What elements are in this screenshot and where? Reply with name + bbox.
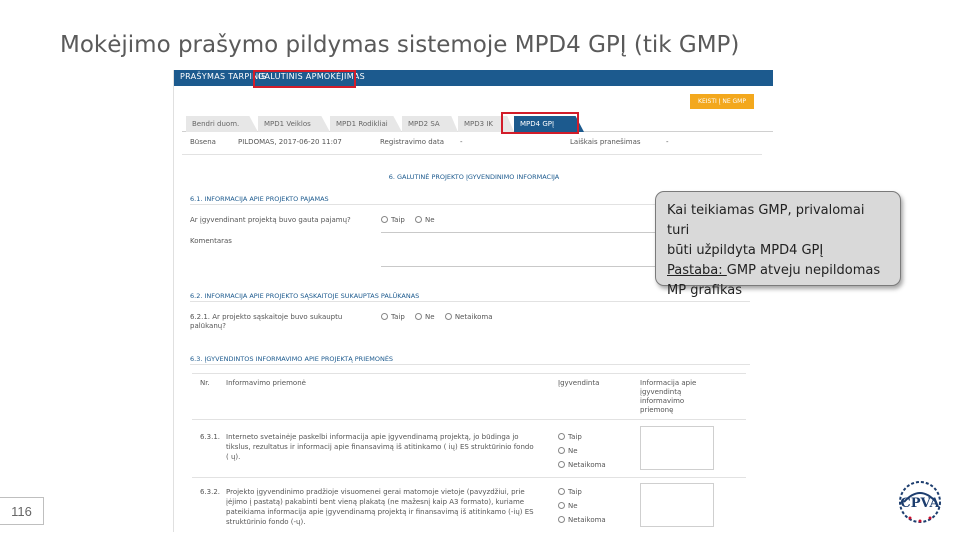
row-1-option-no[interactable]: Ne (558, 444, 606, 458)
app-screenshot: PRAŠYMAS TARPINIS GALUTINIS APMOKĖJIMAS … (173, 70, 773, 532)
message-label: Laiškais pranešimas (570, 138, 641, 146)
highlight-mpd4-tab (501, 112, 579, 134)
header-measure: Informavimo priemonė (226, 379, 306, 387)
status-label: Būsena (190, 138, 216, 146)
interest-radio-group: Taip Ne Netaikoma (381, 313, 501, 321)
switch-to-non-gmp-button[interactable]: KEISTI Į NE GMP (690, 94, 754, 109)
interest-question: 6.2.1. Ar projekto sąskaitoje buvo sukau… (190, 313, 343, 330)
radio-icon[interactable] (558, 461, 565, 468)
radio-icon[interactable] (381, 313, 388, 320)
header-info: Informacija apie įgyvendintą informavimo… (640, 379, 697, 414)
callout-line-2: būti užpildyta MPD4 GPĮ (667, 243, 824, 258)
header-nr: Nr. (200, 379, 210, 387)
callout-note: Kai teikiamas GMP, privalomai turi būti … (655, 191, 901, 298)
row-2-option-no[interactable]: Ne (558, 499, 606, 513)
message-value: - (666, 138, 669, 146)
radio-icon[interactable] (558, 447, 565, 454)
row-1-option-na[interactable]: Netaikoma (558, 458, 606, 472)
radio-icon[interactable] (415, 216, 423, 223)
income-question: Ar įgyvendinant projektą buvo gauta paja… (190, 216, 351, 224)
row-2-info-textarea[interactable] (640, 483, 714, 527)
row-1-option-yes[interactable]: Taip (558, 430, 606, 444)
row-2-radio-group: Taip Ne Netaikoma (558, 485, 606, 527)
row-2-option-yes[interactable]: Taip (558, 485, 606, 499)
comment-label: Komentaras (190, 237, 232, 245)
callout-line-4: MP grafikas (667, 283, 742, 298)
divider (190, 301, 750, 302)
status-value: PILDOMAS, 2017-06-20 11:07 (238, 138, 342, 146)
cpva-logo: CPVA (892, 478, 948, 528)
tab-bar: Bendri duom. MPD1 Veiklos MPD1 Rodikliai… (182, 114, 773, 132)
radio-icon[interactable] (444, 313, 452, 320)
main-section-title: 6. GALUTINĖ PROJEKTO ĮGYVENDINIMO INFORM… (388, 173, 560, 181)
callout-note-text: GMP atveju nepildomas (726, 263, 881, 278)
row-2-option-na[interactable]: Netaikoma (558, 513, 606, 527)
registration-value: - (460, 138, 463, 146)
row-2-nr: 6.3.2. (200, 488, 221, 496)
row-2-text: Projekto įgyvendinimo pradžioje visuomen… (226, 488, 534, 526)
radio-icon[interactable] (558, 516, 565, 523)
page-number: 116 (0, 497, 44, 525)
income-radio-group: Taip Ne (381, 216, 443, 224)
row-1-text: Interneto svetainėje paskelbi informacij… (226, 433, 534, 461)
callout-line-1: Kai teikiamas GMP, privalomai turi (667, 203, 865, 238)
section-61-title: 6.1. INFORMACIJA APIE PROJEKTO PAJAMAS (190, 195, 329, 203)
highlight-final-payment (253, 70, 356, 88)
tab-general[interactable]: Bendri duom. (186, 116, 258, 132)
row-1-radio-group: Taip Ne Netaikoma (558, 430, 606, 472)
section-63-title: 6.3. ĮGYVENDINTOS INFORMAVIMO APIE PROJE… (190, 355, 394, 363)
divider (182, 154, 762, 155)
slide: Mokėjimo prašymo pildymas sistemoje MPD4… (0, 0, 960, 540)
callout-note-label: Pastaba: (667, 263, 727, 278)
info-measures-table: Nr. Informavimo priemonė Įgyvendinta Inf… (192, 373, 746, 532)
table-border (192, 373, 746, 374)
tab-mpd2-sa[interactable]: MPD2 SA (402, 116, 458, 132)
radio-icon[interactable] (558, 488, 565, 495)
interest-option-yes[interactable]: Taip (381, 313, 405, 321)
header-implemented: Įgyvendinta (558, 379, 600, 387)
registration-label: Registravimo data (380, 138, 444, 146)
interest-option-no[interactable]: Ne (415, 313, 435, 321)
section-62-title: 6.2. INFORMACIJA APIE PROJEKTO SĄSKAITOJ… (190, 292, 420, 300)
slide-title: Mokėjimo prašymo pildymas sistemoje MPD4… (60, 32, 740, 58)
income-option-yes[interactable]: Taip (381, 216, 405, 224)
table-border (192, 477, 746, 478)
divider (190, 364, 750, 365)
table-border (192, 419, 746, 420)
radio-icon[interactable] (381, 216, 388, 223)
radio-icon[interactable] (558, 502, 565, 509)
row-1-nr: 6.3.1. (200, 433, 221, 441)
tab-mpd1-indicators[interactable]: MPD1 Rodikliai (330, 116, 402, 132)
interest-option-na[interactable]: Netaikoma (444, 313, 493, 321)
radio-icon[interactable] (415, 313, 423, 320)
svg-text:CPVA: CPVA (900, 496, 940, 511)
income-option-no[interactable]: Ne (415, 216, 435, 224)
callout-line-3: Pastaba: GMP atveju nepildomas (667, 261, 890, 281)
row-1-info-textarea[interactable] (640, 426, 714, 470)
tab-mpd1-activities[interactable]: MPD1 Veiklos (258, 116, 330, 132)
radio-icon[interactable] (558, 433, 565, 440)
